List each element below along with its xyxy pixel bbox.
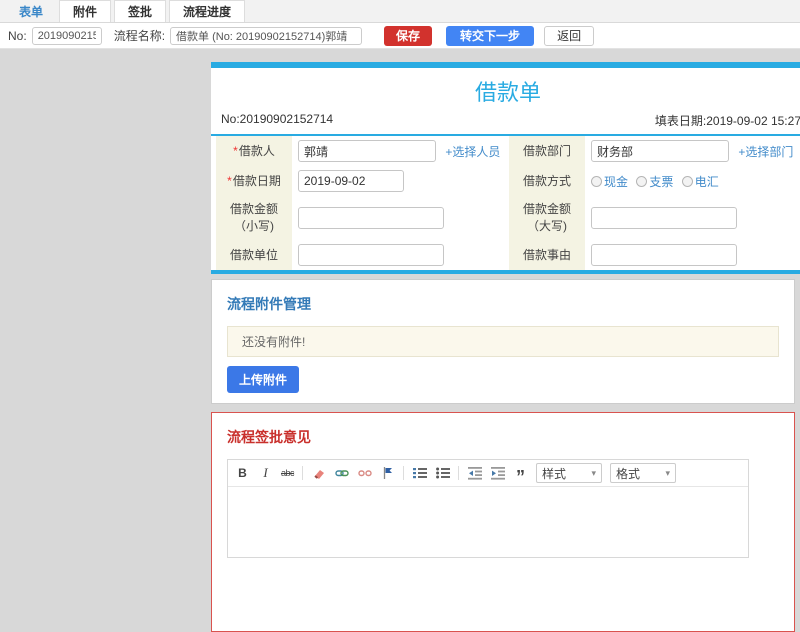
radio-icon (681, 175, 693, 187)
tab-bar: 表单 附件 签批 流程进度 (0, 0, 800, 23)
select-department-link[interactable]: +选择部门 (738, 145, 793, 159)
no-attachment-notice: 还没有附件! (227, 326, 779, 357)
select-person-link[interactable]: +选择人员 (445, 145, 500, 159)
unit-input[interactable] (298, 244, 444, 266)
attachment-section-title: 流程附件管理 (227, 296, 311, 312)
department-label: 借款部门 (522, 143, 571, 158)
method-label: 借款方式 (522, 173, 571, 188)
unlink-icon[interactable] (357, 465, 372, 481)
ordered-list-icon[interactable] (412, 465, 427, 481)
amount-upper-label: 借款金额（大写) (522, 202, 571, 233)
loan-form-panel: 借款单 No:20190902152714 填表日期:2019-09-02 15… (211, 62, 800, 274)
loan-date-input[interactable] (298, 170, 404, 192)
process-no-input[interactable] (31, 26, 102, 45)
process-name-label: 流程名称: (113, 29, 166, 43)
editor-content-area[interactable] (228, 487, 748, 557)
chevron-down-icon: ▾ (591, 467, 597, 478)
format-dropdown[interactable]: 格式 ▾ (610, 463, 677, 483)
anchor-flag-icon[interactable] (380, 465, 395, 481)
method-radio-wire[interactable]: 电汇 (681, 173, 719, 190)
format-dropdown-label: 格式 (616, 466, 641, 481)
tab-attachment[interactable]: 附件 (59, 0, 112, 22)
loan-form-table: *借款人 +选择人员 借款部门 +选择部门 *借款日期 借款方式 现金 (216, 136, 800, 270)
panel-bottom-accent-bar (211, 270, 800, 274)
command-bar: No: 流程名称: 保存 转交下一步 返回 (0, 23, 800, 49)
indent-icon[interactable] (490, 465, 505, 481)
editor-toolbar: B I abc ” 样式 ▾ 格式 ▾ (228, 460, 748, 487)
department-input[interactable] (591, 140, 729, 162)
strikethrough-icon[interactable]: abc (281, 465, 295, 481)
toolbar-separator (302, 466, 304, 480)
form-doc-no: No:20190902152714 (221, 112, 334, 126)
amount-lower-input[interactable] (298, 207, 444, 229)
attachment-panel: 流程附件管理 还没有附件! 上传附件 (211, 279, 795, 404)
form-fill-date: 填表日期:2019-09-02 15:27:1 (654, 114, 800, 128)
no-label: No: (8, 28, 27, 43)
remove-format-icon[interactable] (311, 465, 326, 481)
reason-input[interactable] (591, 244, 737, 266)
chevron-down-icon: ▾ (665, 467, 671, 478)
italic-icon[interactable]: I (258, 465, 273, 481)
toolbar-separator (403, 466, 405, 480)
styles-dropdown-label: 样式 (542, 466, 567, 481)
upload-attachment-button[interactable]: 上传附件 (227, 366, 300, 393)
table-row: 借款单位 借款事由 (216, 240, 800, 270)
table-row: *借款日期 借款方式 现金 支票 电汇 (216, 166, 800, 196)
unit-label: 借款单位 (229, 247, 278, 262)
bullet-list-icon[interactable] (435, 465, 450, 481)
approval-panel: 流程签批意见 B I abc ” 样式 ▾ 格式 ▾ (211, 412, 795, 632)
amount-upper-input[interactable] (591, 207, 737, 229)
method-radio-cash[interactable]: 现金 (591, 173, 628, 190)
table-row: *借款人 +选择人员 借款部门 +选择部门 (216, 136, 800, 166)
link-icon[interactable] (334, 465, 349, 481)
styles-dropdown[interactable]: 样式 ▾ (536, 463, 603, 483)
required-mark: * (233, 143, 238, 158)
amount-lower-label: 借款金额（小写) (229, 202, 278, 233)
radio-icon (591, 175, 602, 187)
save-button[interactable]: 保存 (384, 25, 433, 46)
radio-icon (636, 175, 648, 187)
toolbar-separator (458, 466, 460, 480)
loan-date-label: 借款日期 (232, 173, 281, 188)
blockquote-icon[interactable]: ” (513, 465, 528, 486)
process-name-input[interactable] (170, 26, 363, 45)
tab-approval[interactable]: 签批 (114, 0, 167, 22)
bold-icon[interactable]: B (235, 465, 250, 481)
borrower-label: 借款人 (238, 143, 275, 158)
outdent-icon[interactable] (467, 465, 482, 481)
tab-form[interactable]: 表单 (6, 0, 56, 22)
borrower-input[interactable] (298, 140, 436, 162)
approval-section-title: 流程签批意见 (227, 429, 311, 445)
tab-progress[interactable]: 流程进度 (169, 0, 246, 22)
form-title: 借款单 (474, 80, 541, 105)
required-mark: * (227, 173, 232, 188)
method-radio-cheque[interactable]: 支票 (636, 173, 673, 190)
next-step-button[interactable]: 转交下一步 (446, 25, 535, 46)
rich-text-editor: B I abc ” 样式 ▾ 格式 ▾ (227, 459, 749, 558)
back-button[interactable]: 返回 (544, 25, 595, 46)
reason-label: 借款事由 (522, 247, 571, 262)
table-row: 借款金额（小写) 借款金额（大写) (216, 196, 800, 240)
